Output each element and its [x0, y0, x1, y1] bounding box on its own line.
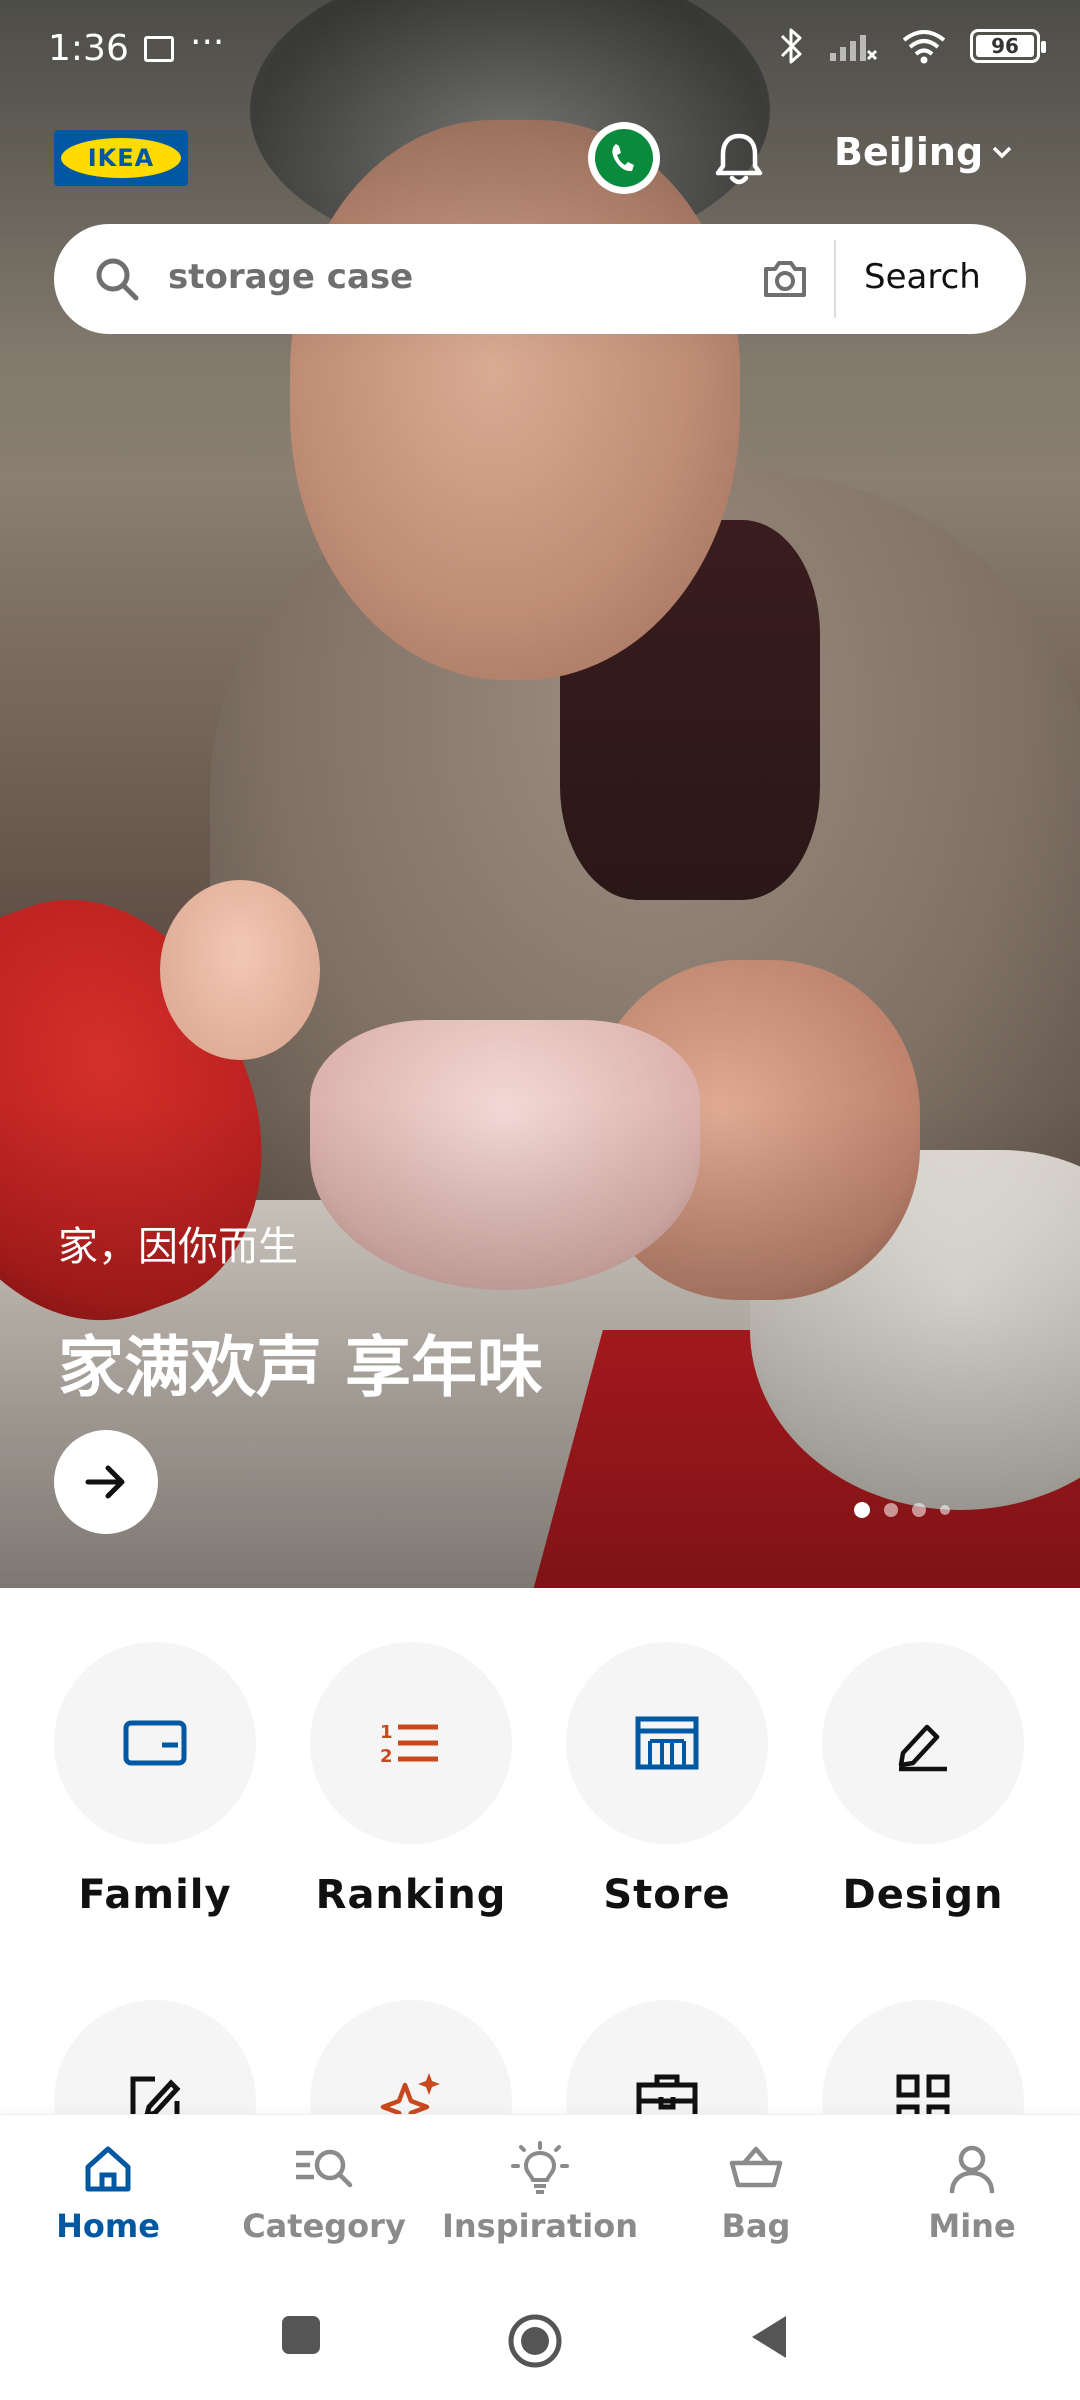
nav-bag[interactable]: Bag [648, 2141, 864, 2245]
store-icon [635, 1716, 699, 1770]
quick-action-label: Design [842, 1872, 1004, 1918]
more-notifications-icon: ··· [190, 22, 225, 63]
hero-photo-child-hand [160, 880, 320, 1060]
quick-action-label: Ranking [315, 1872, 507, 1918]
recents-button[interactable] [278, 2312, 324, 2358]
battery-percent: 96 [991, 34, 1019, 58]
quick-action-item[interactable] [803, 2000, 1043, 2114]
category-search-icon [296, 2149, 353, 2188]
phone-glyph [612, 144, 634, 172]
quick-action-circle [566, 1642, 768, 1844]
ikea-logo-oval: IKEA [61, 138, 181, 178]
nav-home[interactable]: Home [0, 2141, 216, 2245]
chevron-down-icon [992, 146, 1012, 159]
quick-action-circle [566, 2000, 768, 2114]
svg-text:1: 1 [380, 1722, 393, 1743]
svg-text:2: 2 [380, 1746, 393, 1767]
battery-icon: 96 [970, 29, 1046, 63]
lightbulb-icon [511, 2141, 569, 2194]
status-time: 1:36 [48, 28, 129, 69]
hero-arrow-button[interactable] [54, 1430, 158, 1534]
nav-label: Home [56, 2207, 160, 2245]
nav-label: Category [242, 2207, 406, 2245]
quick-action-label: Store [603, 1872, 731, 1918]
quick-action-label: Family [78, 1872, 232, 1918]
quick-action-store[interactable]: Store [547, 1642, 787, 1918]
user-icon [949, 2145, 995, 2194]
cellular-signal-icon [830, 35, 878, 61]
basket-icon [729, 2146, 783, 2188]
grid-qr-icon [896, 2074, 950, 2114]
arrow-right-icon [85, 1465, 125, 1499]
quick-action-item[interactable] [35, 2000, 275, 2114]
quick-action-item[interactable] [547, 2000, 787, 2114]
pager-dot [854, 1502, 870, 1518]
search-button[interactable]: Search [864, 257, 981, 297]
quick-action-family[interactable]: Family [35, 1642, 275, 1918]
nav-label: Mine [928, 2207, 1016, 2245]
phone-icon [595, 129, 653, 187]
quick-action-ranking[interactable]: 1 2 Ranking [291, 1642, 531, 1918]
search-divider [834, 240, 836, 318]
quick-action-circle [822, 1642, 1024, 1844]
gallery-notification-icon [144, 36, 174, 62]
edit-square-icon [130, 2076, 181, 2114]
service-bag-icon [636, 2074, 698, 2114]
bottom-nav: Home Category Inspiration Bag Mine [0, 2114, 1080, 2282]
pager-dot [940, 1505, 950, 1515]
camera-icon[interactable] [760, 254, 810, 304]
quick-actions-row: Family 1 2 Ranking Store Design [0, 1642, 1080, 1942]
quick-action-item[interactable] [291, 2000, 531, 2114]
search-bar[interactable]: storage case Search [54, 224, 1026, 334]
city-selector[interactable]: BeiJing [834, 130, 1013, 174]
quick-actions-row-2 [0, 2000, 1080, 2114]
wifi-icon [902, 30, 946, 64]
nav-inspiration[interactable]: Inspiration [432, 2141, 648, 2245]
customer-service-button[interactable] [588, 122, 660, 194]
quick-action-design[interactable]: Design [803, 1642, 1043, 1918]
hero-subtitle: 家，因你而生 [58, 1224, 298, 1270]
ranking-list-icon: 1 2 [380, 1722, 438, 1767]
back-button[interactable] [746, 2312, 792, 2362]
nav-category[interactable]: Category [216, 2141, 432, 2245]
hero-pager [854, 1502, 950, 1518]
home-button[interactable] [506, 2312, 564, 2370]
hero-title: 家满欢声 享年味 [58, 1329, 543, 1406]
home-icon [85, 2146, 131, 2192]
pager-dot [912, 1503, 926, 1517]
bluetooth-icon [780, 28, 802, 64]
quick-action-circle [822, 2000, 1024, 2114]
ikea-logo-text: IKEA [87, 144, 155, 172]
nav-mine[interactable]: Mine [864, 2141, 1080, 2245]
sparkle-icon [380, 2073, 440, 2114]
quick-action-circle: 1 2 [310, 1642, 512, 1844]
card-icon [123, 1720, 187, 1766]
pencil-edit-icon [898, 1724, 947, 1772]
search-icon [96, 258, 139, 301]
system-nav-bar [0, 2282, 1080, 2400]
city-label: BeiJing [834, 130, 984, 174]
nav-label: Inspiration [441, 2207, 638, 2245]
quick-action-circle [54, 1642, 256, 1844]
app-header: IKEA BeiJing [0, 120, 1080, 200]
search-input[interactable]: storage case [168, 257, 413, 297]
pager-dot [884, 1503, 898, 1517]
quick-action-circle [54, 2000, 256, 2114]
notification-bell-icon[interactable] [706, 126, 772, 192]
nav-label: Bag [721, 2207, 791, 2245]
status-bar: 1:36 ··· 96 [0, 0, 1080, 100]
quick-action-circle [310, 2000, 512, 2114]
ikea-logo[interactable]: IKEA [54, 130, 188, 186]
